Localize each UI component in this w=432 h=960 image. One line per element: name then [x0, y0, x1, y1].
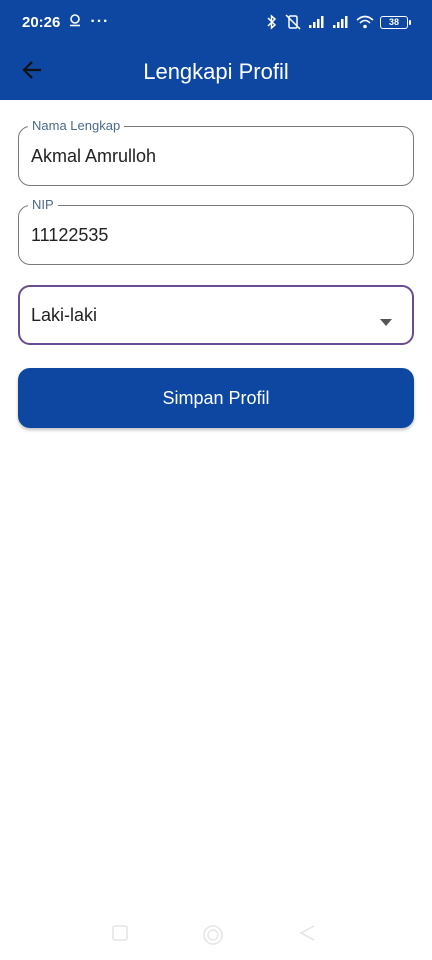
- navigation-bar: [0, 918, 432, 952]
- battery-icon: 38: [380, 15, 411, 29]
- app-bar: Lengkapi Profil: [0, 44, 432, 100]
- home-icon[interactable]: [202, 924, 224, 951]
- vibrate-off-icon: [284, 14, 302, 30]
- back-button[interactable]: [12, 50, 52, 94]
- bluetooth-icon: [266, 14, 278, 30]
- arrow-back-icon: [21, 60, 43, 85]
- status-bar: 20:26 ··· 38: [0, 0, 432, 44]
- signal-icon: [308, 15, 326, 29]
- status-left: 20:26 ···: [22, 13, 109, 31]
- wifi-icon: [356, 15, 374, 29]
- status-time: 20:26: [22, 13, 61, 31]
- gender-select[interactable]: Laki-laki: [18, 285, 414, 345]
- recent-apps-icon[interactable]: [111, 924, 129, 947]
- name-field[interactable]: Nama Lengkap: [18, 118, 414, 186]
- status-right: 38: [266, 14, 411, 30]
- battery-level: 38: [388, 16, 399, 27]
- nip-input[interactable]: [31, 206, 401, 264]
- back-icon[interactable]: [298, 924, 316, 947]
- assistant-icon: [68, 13, 82, 31]
- gender-value: Laki-laki: [31, 304, 98, 325]
- nip-field[interactable]: NIP: [18, 197, 414, 265]
- page-title: Lengkapi Profil: [143, 59, 289, 84]
- save-profile-button[interactable]: Simpan Profil: [18, 368, 414, 428]
- dropdown-arrow-icon: [380, 313, 392, 331]
- signal-icon: [332, 15, 350, 29]
- name-input[interactable]: [31, 127, 401, 185]
- more-notifications-icon: ···: [90, 13, 110, 30]
